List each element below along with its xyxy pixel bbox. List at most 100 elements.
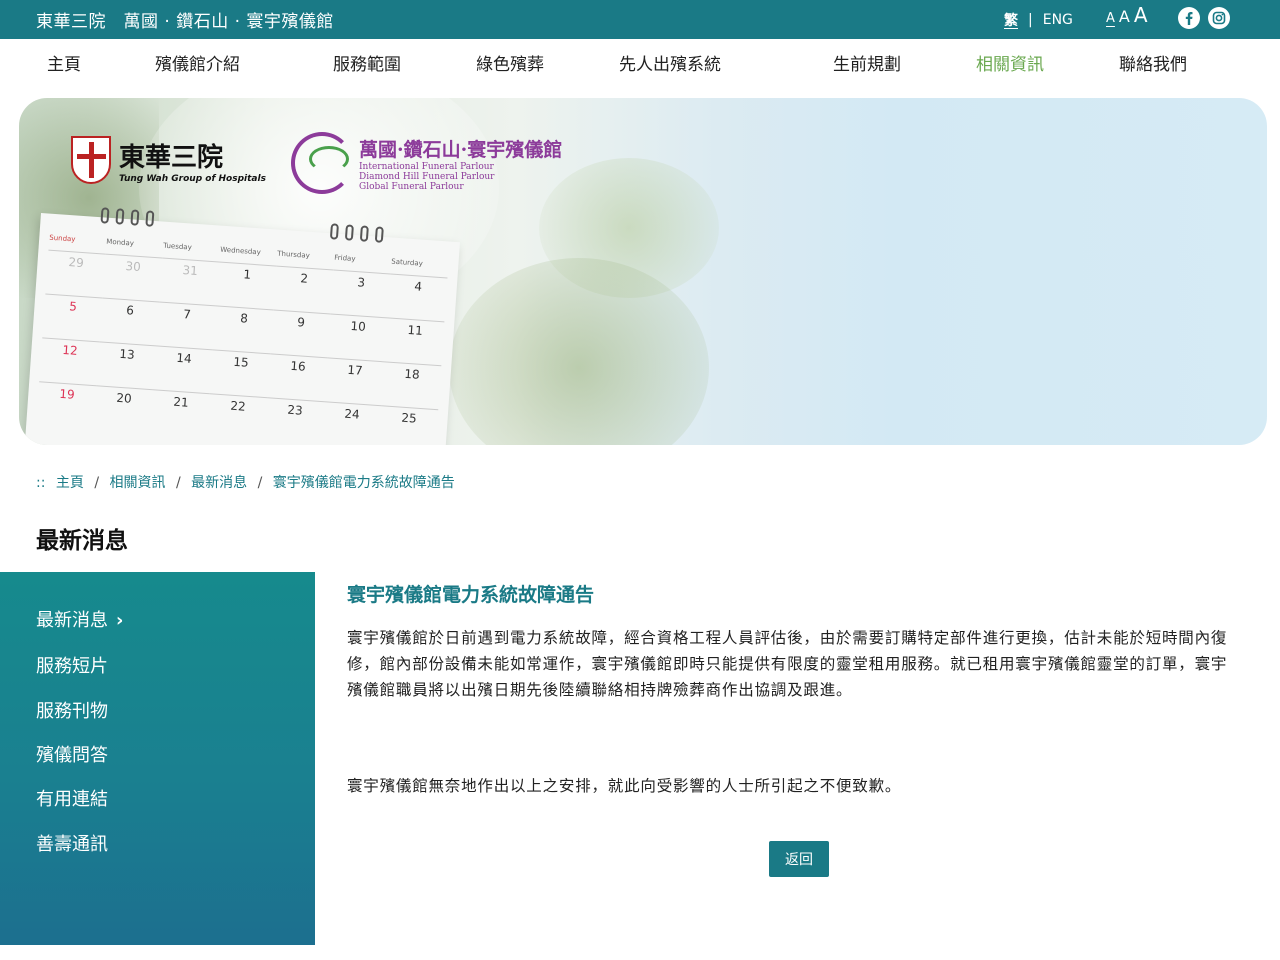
parlour-logo: 萬國·鑽石山·寰宇殯儀館 International Funeral Parlo… [291, 132, 562, 194]
calendar-weekday: Monday [106, 237, 135, 248]
calendar-weekday: Sunday [49, 233, 76, 244]
calendar-date: 8 [215, 305, 274, 328]
calendar-date: 21 [152, 389, 211, 412]
hero-banner: Sunday Monday Tuesday Wednesday Thursday Frid… [19, 98, 1267, 445]
chevron-right-icon: › [116, 610, 124, 631]
lang-traditional-chinese[interactable]: 繁 [1004, 10, 1018, 30]
sidebar-item-videos[interactable]: 服務短片 [36, 652, 108, 678]
parlour-logo-english-1: International Funeral Parlour [359, 161, 494, 172]
font-size-medium[interactable]: A [1119, 9, 1130, 25]
calendar-date: 23 [266, 397, 325, 420]
calendar-weekday: Thursday [277, 249, 311, 260]
breadcrumb-home[interactable]: 主頁 [56, 475, 84, 491]
facebook-icon[interactable] [1178, 7, 1200, 29]
calendar-weekday: Friday [334, 253, 356, 264]
sidebar-item-faq[interactable]: 殯儀問答 [36, 741, 108, 767]
calendar-dates: 29 30 31 1 2 3 4 5 6 7 8 9 10 11 12 13 14 15 16 17 18 19 20 21 2… [38, 249, 448, 428]
calendar-date: 2 [275, 265, 334, 288]
breadcrumb-related-info[interactable]: 相關資訊 [110, 475, 166, 491]
calendar-date: 25 [380, 405, 439, 428]
calendar-ring [374, 226, 384, 243]
calendar-image: Sunday Monday Tuesday Wednesday Thursday Frid… [22, 207, 460, 445]
calendar-date: 15 [212, 349, 271, 372]
article: 寰宇殯儀館電力系統故障通告 寰宇殯儀館於日前遇到電力系統故障，經合資格工程人員評… [347, 580, 1242, 795]
calendar-date: 7 [158, 301, 217, 324]
breadcrumb: :: 主頁 / 相關資訊 / 最新消息 / 寰宇殯儀館電力系統故障通告 [36, 472, 455, 492]
calendar-ring [329, 223, 339, 240]
calendar-date: 6 [101, 297, 160, 320]
calendar-date: 29 [47, 249, 106, 272]
calendar-weekday: Tuesday [163, 241, 192, 252]
calendar-ring [344, 224, 354, 241]
nav-home[interactable]: 主頁 [47, 50, 81, 75]
calendar-weekday: Wednesday [220, 245, 262, 257]
main-nav: 主頁 殯儀館介紹 服務範圍 綠色殯葬 先人出殯系統 生前規劃 相關資訊 聯絡我們 [0, 39, 1280, 83]
back-button[interactable]: 返回 [769, 841, 829, 877]
calendar-date: 9 [272, 309, 331, 332]
nav-related-info[interactable]: 相關資訊 [976, 50, 1044, 75]
calendar-date: 12 [41, 337, 100, 360]
calendar-date: 5 [44, 293, 103, 316]
page-title: 最新消息 [36, 528, 128, 554]
calendar-date: 10 [329, 313, 388, 336]
calendar-date: 22 [209, 393, 268, 416]
nav-services[interactable]: 服務範圍 [333, 50, 401, 75]
lang-english[interactable]: ENG [1043, 12, 1073, 28]
instagram-icon[interactable] [1208, 7, 1230, 29]
calendar-date: 19 [38, 381, 97, 404]
twgh-logo: 東華三院 Tung Wah Group of Hospitals [71, 136, 266, 184]
social-links [1178, 7, 1230, 29]
calendar-ring [115, 208, 125, 225]
nav-funeral-system[interactable]: 先人出殯系統 [619, 50, 721, 75]
calendar-date: 13 [98, 341, 157, 364]
nav-contact[interactable]: 聯絡我們 [1119, 50, 1187, 75]
sidebar-item-label: 最新消息 [36, 610, 108, 631]
parlour-logo-english-2: Diamond Hill Funeral Parlour [359, 171, 495, 182]
calendar-date: 31 [161, 257, 220, 280]
nav-pre-planning[interactable]: 生前規劃 [833, 50, 901, 75]
calendar-date: 3 [332, 269, 391, 292]
calendar-date: 1 [218, 261, 277, 284]
top-bar: 東華三院 萬國 · 鑽石山 · 寰宇殯儀館 繁 | ENG A A A [0, 0, 1280, 39]
sidebar: 最新消息 › 服務短片 服務刊物 殯儀問答 有用連結 善壽通訊 [0, 572, 315, 945]
calendar-ring [130, 209, 140, 226]
font-size-large[interactable]: A [1134, 5, 1148, 25]
font-size-small[interactable]: A [1106, 12, 1115, 25]
breadcrumb-separator: / [175, 475, 181, 491]
site-title[interactable]: 東華三院 萬國 · 鑽石山 · 寰宇殯儀館 [36, 7, 334, 32]
calendar-ring [145, 210, 155, 227]
calendar-date: 4 [389, 273, 448, 296]
calendar-date: 11 [386, 317, 445, 340]
lang-separator: | [1028, 12, 1033, 28]
nav-green-funeral[interactable]: 綠色殯葬 [476, 50, 544, 75]
twgh-shield-icon [71, 136, 111, 184]
sidebar-item-newsletter[interactable]: 善壽通訊 [36, 830, 108, 856]
article-title: 寰宇殯儀館電力系統故障通告 [347, 584, 595, 606]
calendar-ring [359, 225, 369, 242]
parlour-logo-icon [291, 132, 353, 194]
twgh-logo-english: Tung Wah Group of Hospitals [119, 173, 266, 184]
breadcrumb-separator: / [257, 475, 263, 491]
calendar-date: 18 [383, 361, 442, 384]
sidebar-item-publications[interactable]: 服務刊物 [36, 697, 108, 723]
calendar-weekday: Saturday [391, 257, 424, 268]
parlour-logo-chinese: 萬國·鑽石山·寰宇殯儀館 [359, 138, 563, 161]
font-size-switcher: A A A [1106, 5, 1148, 25]
parlour-logo-english-3: Global Funeral Parlour [359, 181, 464, 192]
nav-about[interactable]: 殯儀館介紹 [155, 50, 240, 75]
breadcrumb-prefix: :: [36, 475, 46, 491]
calendar-date: 24 [323, 401, 382, 424]
sidebar-item-latest-news[interactable]: 最新消息 › [36, 606, 123, 632]
calendar-date: 14 [155, 345, 214, 368]
sidebar-item-links[interactable]: 有用連結 [36, 785, 108, 811]
breadcrumb-separator: / [94, 475, 100, 491]
article-footer-text: 寰宇殯儀館無奈地作出以上之安排，就此向受影響的人士所引起之不便致歉。 [347, 777, 902, 795]
breadcrumb-current: 寰宇殯儀館電力系統故障通告 [272, 475, 455, 491]
calendar-ring [100, 207, 110, 224]
twgh-logo-chinese: 東華三院 [119, 142, 224, 173]
breadcrumb-latest-news[interactable]: 最新消息 [191, 475, 247, 491]
calendar-date: 30 [104, 253, 163, 276]
calendar-date: 20 [95, 385, 154, 408]
calendar-date: 17 [326, 357, 385, 380]
calendar-date: 16 [269, 353, 328, 376]
